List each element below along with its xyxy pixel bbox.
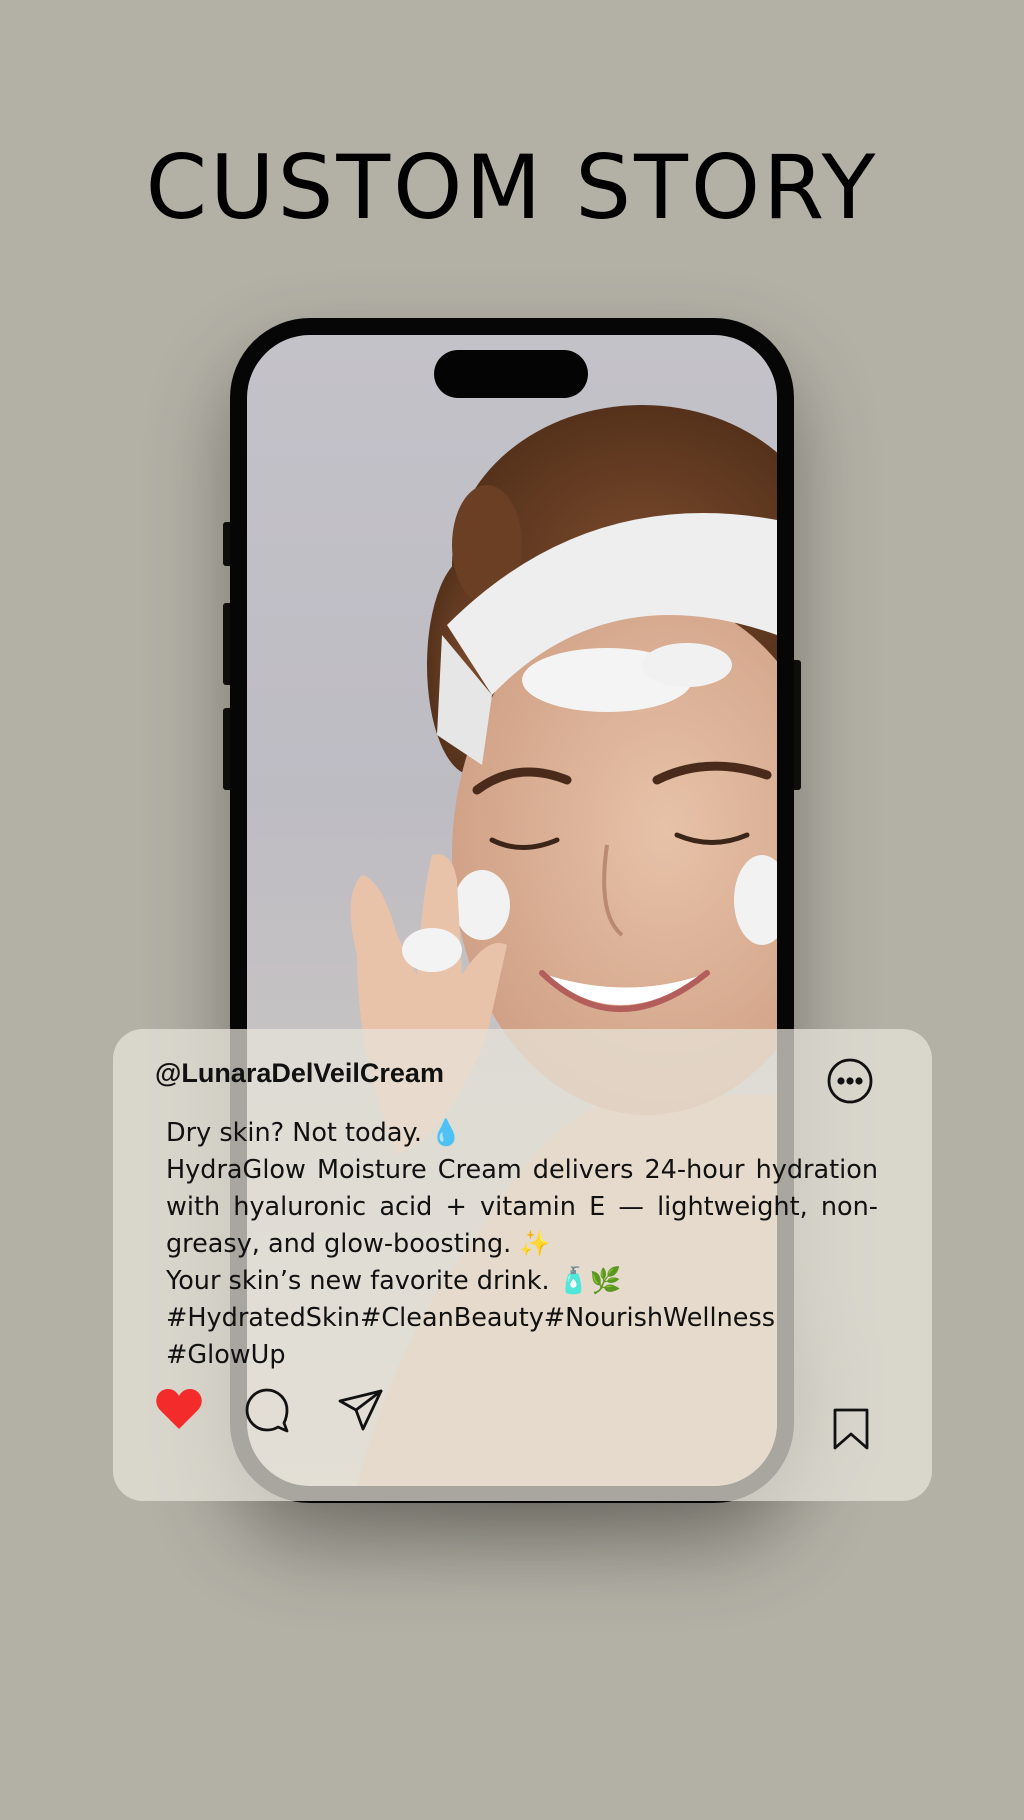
caption-line: Dry skin? Not today. 💧 — [166, 1118, 462, 1148]
send-icon[interactable] — [337, 1388, 383, 1432]
caption-hashtags[interactable]: #GlowUp — [166, 1337, 878, 1374]
bookmark-icon[interactable] — [832, 1408, 870, 1450]
caption-line: Your skin’s new favorite drink. 🧴🌿 — [166, 1266, 622, 1296]
caption-hashtags[interactable]: #HydratedSkin#CleanBeauty#NourishWellnes… — [166, 1300, 878, 1337]
comment-icon[interactable] — [244, 1387, 290, 1433]
post-username[interactable]: @LunaraDelVeilCream — [155, 1055, 444, 1091]
page-title: CUSTOM STORY — [145, 136, 879, 239]
caption-line: HydraGlow Moisture Cream delivers 24-hou… — [166, 1155, 878, 1259]
dynamic-island — [434, 350, 588, 398]
more-options-icon[interactable] — [827, 1058, 873, 1104]
heart-icon[interactable] — [155, 1387, 203, 1431]
post-caption: Dry skin? Not today. 💧 HydraGlow Moistur… — [166, 1115, 878, 1374]
